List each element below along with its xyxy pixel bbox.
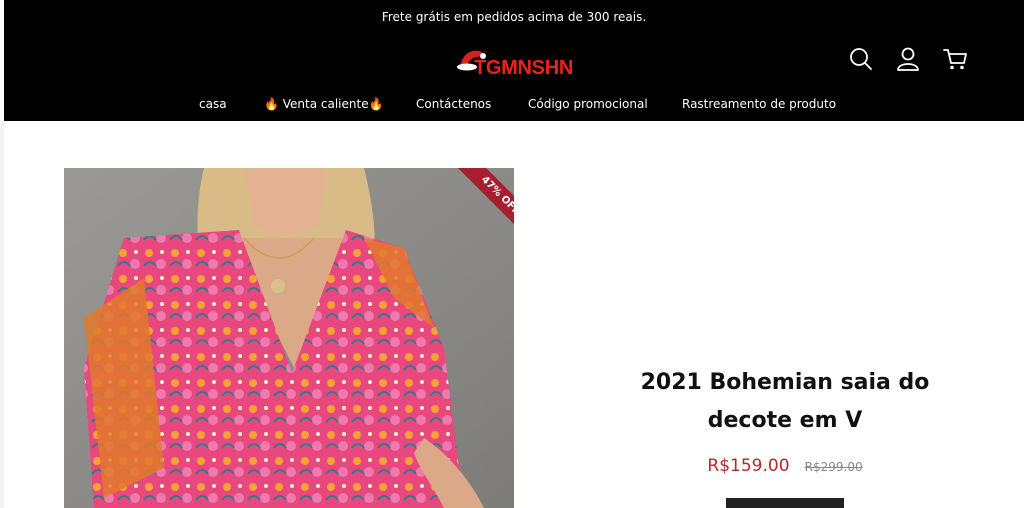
price-row: R$159.00 R$299.00 [600, 456, 970, 476]
compare-at-price: R$299.00 [804, 460, 863, 474]
discount-badge-label: 47% OFF [457, 168, 514, 238]
top-header: Frete grátis em pedidos acima de 300 rea… [4, 0, 1024, 121]
search-icon[interactable] [848, 46, 874, 72]
nav-item-contactenos[interactable]: Contáctenos [416, 96, 491, 112]
product-title: 2021 Bohemian saia do decote em V [640, 370, 930, 433]
nav-item-casa[interactable]: casa [199, 96, 227, 112]
announcement-bar: Frete grátis em pedidos acima de 300 rea… [381, 10, 647, 24]
main-nav: casa 🔥 Venta caliente🔥 Contáctenos Códig… [4, 96, 1024, 114]
page-left-edge [0, 121, 4, 508]
logo-text: TGMNSHN [474, 57, 574, 79]
user-icon[interactable] [895, 46, 921, 72]
discount-badge: 47% OFF [444, 168, 514, 238]
current-price: R$159.00 [707, 456, 790, 476]
nav-item-codigo-promocional[interactable]: Código promocional [528, 96, 648, 112]
cart-icon[interactable] [942, 46, 968, 72]
add-to-cart-button[interactable] [726, 498, 844, 508]
nav-item-venta-caliente[interactable]: 🔥 Venta caliente🔥 [264, 96, 384, 112]
nav-item-rastreamento[interactable]: Rastreamento de produto [682, 96, 836, 112]
